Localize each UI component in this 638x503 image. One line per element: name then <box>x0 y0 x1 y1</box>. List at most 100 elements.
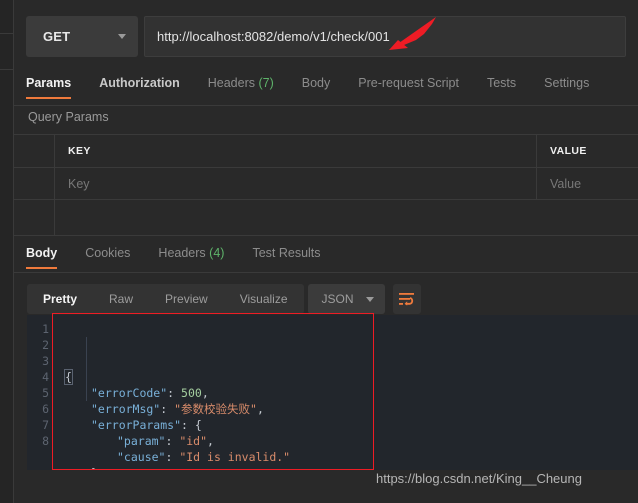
request-tab-bar: Params Authorization Headers (7) Body Pr… <box>14 71 638 105</box>
table-header-row: KEY VALUE <box>14 134 638 167</box>
editor-line-number: 4 <box>42 370 49 384</box>
tab-tests[interactable]: Tests <box>487 71 516 99</box>
tab-response-headers-count: (4) <box>209 246 225 260</box>
response-format-toolbar: Pretty Raw Preview Visualize JSON <box>27 284 421 314</box>
http-method-label: GET <box>43 29 71 44</box>
tab-cookies[interactable]: Cookies <box>85 241 130 269</box>
column-header-value-label: VALUE <box>550 145 587 157</box>
watermark-text: https://blog.csdn.net/King__Cheung <box>376 471 582 486</box>
editor-token: "param" <box>117 434 166 448</box>
editor-token: , <box>256 402 264 416</box>
tab-response-body[interactable]: Body <box>26 241 58 269</box>
response-body-editor[interactable]: 12345678 {"errorCode": 500, "errorMsg": "… <box>27 315 638 470</box>
rail-divider-1 <box>0 33 14 34</box>
editor-line-number: 1 <box>42 322 49 336</box>
editor-code-line: { <box>64 369 638 385</box>
editor-line-number-gutter: 1 2 3 4 5 6 7 8 <box>27 315 53 470</box>
editor-token: : <box>160 402 175 416</box>
editor-token: "id" <box>179 434 208 448</box>
tab-body-label: Body <box>301 76 331 90</box>
param-value-input[interactable]: Value <box>537 168 638 199</box>
tab-authorization[interactable]: Authorization <box>99 71 180 99</box>
response-tabs-divider <box>14 272 638 273</box>
editor-token: "errorMsg" <box>91 402 161 416</box>
tab-settings[interactable]: Settings <box>544 71 589 99</box>
word-wrap-icon <box>398 293 414 306</box>
editor-token: } <box>91 466 98 470</box>
row-checkbox-cell[interactable] <box>14 168 55 199</box>
tab-response-headers-label: Headers <box>158 246 206 260</box>
tab-params-label: Params <box>26 76 72 90</box>
chevron-down-icon <box>365 296 374 302</box>
left-rail <box>0 0 14 503</box>
rail-divider-2 <box>0 69 14 70</box>
editor-token: "Id is invalid." <box>179 450 291 464</box>
editor-line-number: 8 <box>42 434 49 448</box>
tab-test-results-label: Test Results <box>252 246 321 260</box>
param-key-input[interactable]: Key <box>55 168 537 199</box>
editor-line-number: 6 <box>42 402 49 416</box>
param-key-placeholder: Key <box>68 176 90 191</box>
editor-token: , <box>207 434 214 448</box>
tab-pre-request-script[interactable]: Pre-request Script <box>358 71 459 99</box>
tab-body[interactable]: Body <box>302 71 331 99</box>
tab-headers-count: (7) <box>258 76 274 90</box>
request-tabs-divider <box>14 105 638 106</box>
column-header-key-label: KEY <box>68 145 91 157</box>
query-params-table: KEY VALUE Key Value <box>14 134 638 200</box>
editor-token: { <box>64 369 73 385</box>
format-raw-button[interactable]: Raw <box>93 284 149 314</box>
request-bar: GET http://localhost:8082/demo/v1/check/… <box>26 16 626 57</box>
format-visualize-button[interactable]: Visualize <box>224 284 304 314</box>
tab-headers[interactable]: Headers (7) <box>208 71 274 99</box>
editor-code-line: "errorMsg": "参数校验失败", <box>65 401 638 417</box>
tab-settings-label: Settings <box>544 76 590 90</box>
editor-code-area[interactable]: {"errorCode": 500, "errorMsg": "参数校验失败", "… <box>53 315 638 470</box>
editor-code-line: } <box>65 465 638 470</box>
table-row[interactable]: Key Value <box>14 167 638 200</box>
editor-token: 500 <box>181 386 202 400</box>
tab-tests-label: Tests <box>486 76 517 90</box>
editor-token: : <box>167 386 182 400</box>
column-header-key: KEY <box>55 135 537 167</box>
format-raw-label: Raw <box>109 292 134 306</box>
chevron-down-icon <box>118 34 126 39</box>
tab-params[interactable]: Params <box>26 71 72 99</box>
editor-line-number: 3 <box>42 354 49 368</box>
editor-token: "参数校验失败" <box>174 402 257 416</box>
response-language-select[interactable]: JSON <box>307 284 385 314</box>
response-language-label: JSON <box>321 292 354 306</box>
column-header-value: VALUE <box>537 135 638 167</box>
format-preview-button[interactable]: Preview <box>149 284 224 314</box>
editor-token: "errorCode" <box>91 386 168 400</box>
format-button-group: Pretty Raw Preview Visualize <box>27 284 304 314</box>
editor-token: : <box>165 434 180 448</box>
tab-test-results[interactable]: Test Results <box>252 241 320 269</box>
tab-pre-request-script-label: Pre-request Script <box>358 76 459 90</box>
params-table-empty-area <box>14 200 638 236</box>
url-text: http://localhost:8082/demo/v1/check/001 <box>157 29 390 44</box>
tab-cookies-label: Cookies <box>85 246 131 260</box>
format-pretty-button[interactable]: Pretty <box>27 284 93 314</box>
editor-line-number: 2 <box>42 338 49 352</box>
response-tab-bar: Body Cookies Headers (4) Test Results <box>14 241 638 272</box>
http-method-select[interactable]: GET <box>26 16 138 57</box>
select-all-checkbox-cell[interactable] <box>14 135 55 167</box>
editor-code-line: "cause": "Id is invalid." <box>65 449 638 465</box>
format-preview-label: Preview <box>165 292 208 306</box>
editor-token: : <box>181 418 195 432</box>
editor-token: "errorParams" <box>91 418 182 432</box>
editor-token: "cause" <box>117 450 166 464</box>
url-input[interactable]: http://localhost:8082/demo/v1/check/001 <box>144 16 626 57</box>
editor-token: , <box>201 386 209 400</box>
tab-response-body-label: Body <box>26 246 58 260</box>
query-params-title: Query Params <box>28 110 109 124</box>
word-wrap-button[interactable] <box>392 284 421 314</box>
editor-line-number: 7 <box>42 418 49 432</box>
tab-response-headers[interactable]: Headers (4) <box>158 241 224 269</box>
editor-code-line: "errorCode": 500, <box>65 385 638 401</box>
param-value-placeholder: Value <box>550 176 582 191</box>
editor-token: { <box>194 418 202 432</box>
tab-authorization-label: Authorization <box>99 76 180 90</box>
tab-headers-label: Headers <box>207 76 255 90</box>
